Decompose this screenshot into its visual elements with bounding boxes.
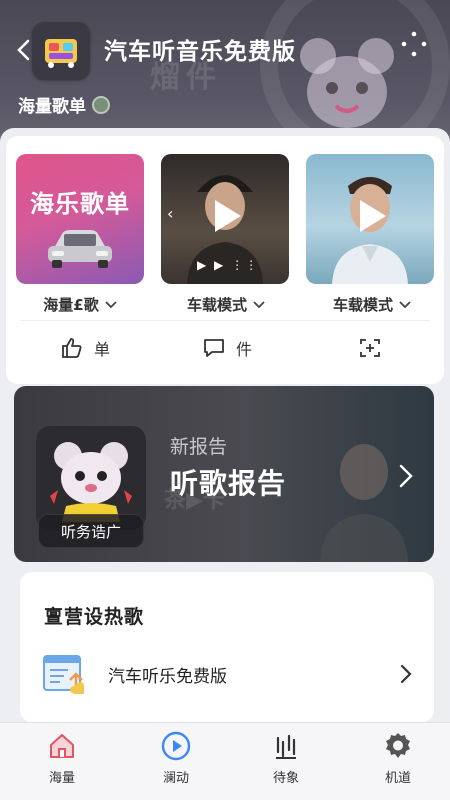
status-dot-icon xyxy=(92,95,110,114)
document-upload-icon xyxy=(43,655,84,694)
app-screen: 熘件 汽车听音乐免费版 海量歌单 海乐歌单 ‹ ▶ ▶ ⋮⋮ 海量£歌 车载模式… xyxy=(0,0,450,800)
tab-label: 机道 xyxy=(384,771,411,786)
bottom-tab-bar: 海量 澜动 待象 机道 xyxy=(0,722,450,800)
content-area: 海乐歌单 ‹ ▶ ▶ ⋮⋮ 海量£歌 车载模式 车载模式 单 件 茶▶卡 听务诰… xyxy=(0,128,450,724)
report-arrow[interactable] xyxy=(394,460,418,492)
chevron-down-icon xyxy=(399,300,411,308)
home-icon xyxy=(47,731,77,761)
car-icon xyxy=(48,230,112,268)
chevron-down-icon xyxy=(253,300,265,308)
hot-songs-card: 亶营设热歌 汽车听乐免费版 xyxy=(20,572,434,722)
tab-play[interactable]: 澜动 xyxy=(136,731,216,795)
mascot-decor-icon xyxy=(300,38,394,128)
like-button[interactable]: 单 xyxy=(60,330,110,366)
chevron-right-icon xyxy=(399,464,413,488)
section-title: 亶营设热歌 xyxy=(44,606,145,628)
divider xyxy=(20,320,430,321)
tab-home[interactable]: 海量 xyxy=(22,731,102,795)
prev-arrow-icon[interactable]: ‹ xyxy=(167,204,173,223)
person-image xyxy=(320,444,408,562)
tile-label-text: 车载模式 xyxy=(332,296,393,314)
action-label: 件 xyxy=(236,340,253,359)
tile-label-text: 海量£歌 xyxy=(43,296,99,314)
page-title: 汽车听音乐免费版 xyxy=(104,39,296,65)
action-label: 单 xyxy=(94,340,111,359)
more-options-button[interactable] xyxy=(394,26,434,66)
action-row: 单 件 xyxy=(14,330,436,370)
tile-label-dropdown[interactable]: 车载模式 xyxy=(302,294,442,315)
chevron-left-icon xyxy=(17,39,30,61)
tab-label: 澜动 xyxy=(162,771,189,786)
playlist-card: 海乐歌单 ‹ ▶ ▶ ⋮⋮ 海量£歌 车载模式 车载模式 单 件 xyxy=(6,136,444,384)
play-button[interactable] xyxy=(350,196,390,236)
app-logo-icon xyxy=(45,39,77,68)
add-frame-icon xyxy=(360,339,380,357)
comment-button[interactable]: 件 xyxy=(202,330,252,366)
equalizer-icon xyxy=(271,731,301,761)
list-item-label: 汽车听乐免费版 xyxy=(108,666,227,687)
chat-bubble-icon xyxy=(204,339,224,357)
report-subtitle: 新报告 xyxy=(170,436,228,458)
tile-label-text: 车载模式 xyxy=(186,296,247,314)
tile-cover-text: 海乐歌单 xyxy=(30,190,130,218)
tab-label: 海量 xyxy=(48,771,75,786)
tab-equalizer[interactable]: 待象 xyxy=(246,731,326,795)
video-tile[interactable] xyxy=(306,154,434,284)
report-tag[interactable]: 听务诰广 xyxy=(38,514,144,548)
app-icon[interactable] xyxy=(32,22,90,80)
more-dots-icon xyxy=(401,31,427,57)
report-banner[interactable]: 茶▶卡 听务诰广 新报告 听歌报告 xyxy=(14,386,434,562)
tile-row: 海乐歌单 ‹ ▶ ▶ ⋮⋮ 海量£歌 车载模式 车载模式 xyxy=(14,154,436,314)
play-button[interactable] xyxy=(205,196,245,236)
chevron-right-icon xyxy=(400,664,412,684)
play-circle-icon xyxy=(161,731,191,761)
list-item[interactable]: 汽车听乐免费版 xyxy=(40,646,416,702)
thumbs-up-icon xyxy=(62,338,82,358)
play-icon xyxy=(360,200,386,232)
subtitle-row[interactable]: 海量歌单 xyxy=(18,92,110,117)
tile-label-dropdown[interactable]: 车载模式 xyxy=(156,294,296,315)
tab-settings[interactable]: 机道 xyxy=(358,731,438,795)
video-tile[interactable]: ‹ ▶ ▶ ⋮⋮ xyxy=(161,154,289,284)
tile-label-dropdown[interactable]: 海量£歌 xyxy=(10,294,150,315)
report-title: 听歌报告 xyxy=(170,467,287,500)
playlist-tile[interactable]: 海乐歌单 xyxy=(16,154,144,284)
subtitle-text: 海量歌单 xyxy=(18,97,86,117)
play-icon xyxy=(215,200,241,232)
list-item-arrow xyxy=(396,662,416,686)
gear-icon xyxy=(383,731,413,761)
tab-label: 待象 xyxy=(272,771,299,786)
add-button[interactable] xyxy=(358,330,382,366)
player-controls[interactable]: ▶ ▶ ⋮⋮ xyxy=(197,258,259,272)
chevron-down-icon xyxy=(105,300,117,308)
